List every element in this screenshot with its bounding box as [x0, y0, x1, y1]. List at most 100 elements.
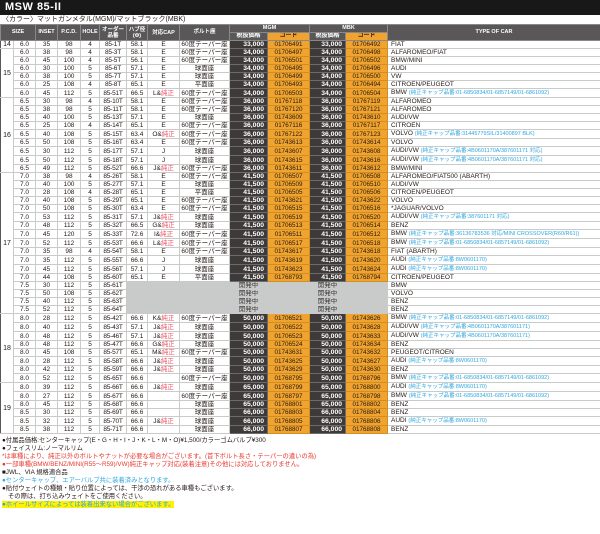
- cell-hub-dia: 58.1: [127, 173, 148, 181]
- cell-type-of-car: BENZ: [388, 401, 600, 409]
- table-row: 166.53098485-10T58.1E60度テーパー座36,00001767…: [1, 98, 600, 106]
- cell-rim-width: 6.5: [14, 139, 36, 147]
- cell-mbk-code: 01706508: [346, 173, 388, 181]
- cell-inset: 25: [36, 81, 58, 89]
- cell-cap: E: [148, 114, 180, 122]
- cell-mgm-code: 01706521: [268, 314, 310, 323]
- cell-pcd: 98: [58, 49, 81, 57]
- cell-pcd: 112: [58, 426, 81, 434]
- cell-mbk-code: 01706496: [346, 65, 388, 73]
- cell-mgm-code: 01768795: [268, 374, 310, 383]
- cell-pcd: 112: [58, 213, 81, 222]
- cell-mbk-code: 01743614: [346, 139, 388, 147]
- cell-hole: 5: [81, 213, 100, 222]
- cell-rim-width: 8.0: [14, 374, 36, 383]
- table-row: 6.038100585-7T57.1E球面座34,0000170649934,0…: [1, 73, 600, 81]
- cell-cap: M&純正: [148, 349, 180, 357]
- car-name: AUDI/VW: [391, 147, 419, 154]
- cell-cap: [148, 282, 180, 290]
- oem-cap-note: (純正キャップ品番:8W0601170): [408, 418, 486, 424]
- cell-cap: E: [148, 106, 180, 114]
- car-name: AUDI/VW: [391, 332, 419, 339]
- cell-pcd: 112: [58, 417, 81, 426]
- cell-bolt-seat: 球面座: [180, 147, 230, 156]
- cell-mgm-price: 開発中: [230, 298, 268, 306]
- cell-type-of-car: BENZ: [388, 298, 600, 306]
- cell-order-no: 85-32T: [100, 222, 127, 230]
- table-row: 7.044108585-60T65.1E平面座41,5000176879341,…: [1, 274, 600, 282]
- cell-hole: 4: [81, 122, 100, 130]
- cell-rim-width: 7.0: [14, 230, 36, 239]
- cell-cap: L&純正: [148, 89, 180, 98]
- cell-hub-dia: [127, 282, 148, 290]
- cell-hole: 5: [81, 357, 100, 366]
- oem-cap-note: (純正キャップ品番:36136783536 対応/MINI CROSSOVER(…: [409, 231, 580, 237]
- cell-mgm-price: 34,000: [230, 81, 268, 89]
- cell-mgm-price: 36,000: [230, 106, 268, 114]
- cell-cap: [148, 298, 180, 306]
- cell-hub-dia: 63.4: [127, 139, 148, 147]
- table-row: 188.028112585-42T66.6K&純正60度テーパー座50,0000…: [1, 314, 600, 323]
- cell-inset: 25: [36, 122, 58, 130]
- cell-mgm-code: 01706495: [268, 65, 310, 73]
- cell-rim-width: 6.5: [14, 156, 36, 165]
- cell-order-no: 85-15T: [100, 130, 127, 139]
- cell-mgm-code: [268, 290, 310, 298]
- footnote-line: ●付属品価格:センターキャップ(E・G・H・I・J・K・L・M・O)¥1,500…: [2, 437, 598, 445]
- col-header-inset: INSET: [36, 25, 58, 41]
- cell-order-no: 85-8T: [100, 81, 127, 89]
- cell-order-no: 85-18T: [100, 156, 127, 165]
- cell-pcd: 112: [58, 222, 81, 230]
- cell-cap: E: [148, 57, 180, 65]
- cell-mgm-code: [268, 298, 310, 306]
- cell-mgm-code: 01706507: [268, 173, 310, 181]
- cell-type-of-car: BMW (純正キャップ品番:01-6850834/01-6857149/01-6…: [388, 239, 600, 248]
- cell-order-no: 85-71T: [100, 426, 127, 434]
- cell-hole: 4: [81, 98, 100, 106]
- cell-hub-dia: 65.1: [127, 349, 148, 357]
- col-header-hole: HOLE: [81, 25, 100, 41]
- cell-mgm-price: 36,000: [230, 156, 268, 165]
- col-header-size: SIZE: [1, 25, 36, 41]
- car-name: BENZ: [391, 222, 408, 229]
- cell-rim-width: 6.5: [14, 98, 36, 106]
- cell-hub-dia: 66.6: [127, 341, 148, 349]
- cell-inset: 35: [36, 248, 58, 256]
- cell-order-no: 85-13T: [100, 114, 127, 122]
- cell-mbk-price: 開発中: [310, 282, 346, 290]
- cell-mgm-price: 50,000: [230, 366, 268, 374]
- cell-order-no: 85-65T: [100, 374, 127, 383]
- cell-hole: 5: [81, 349, 100, 357]
- cell-mbk-price: 41,500: [310, 173, 346, 181]
- cell-hole: 5: [81, 106, 100, 114]
- cell-mbk-price: 36,000: [310, 122, 346, 130]
- cell-hub-dia: 66.6: [127, 256, 148, 265]
- cell-mgm-price: 36,000: [230, 114, 268, 122]
- cell-mbk-price: 開発中: [310, 306, 346, 314]
- cell-order-no: 85-56T: [100, 265, 127, 274]
- cell-hole: 5: [81, 383, 100, 392]
- cell-bolt-seat: 60度テーパー座: [180, 106, 230, 114]
- cell-type-of-car: BMW: [388, 282, 600, 290]
- cell-mbk-code: 01768794: [346, 274, 388, 282]
- cell-hub-dia: 66.6: [127, 314, 148, 323]
- cell-order-no: 85-58T: [100, 357, 127, 366]
- cell-type-of-car: ALFAROMEO/FIAT500 (ABARTH): [388, 173, 600, 181]
- cell-hole: 5: [81, 426, 100, 434]
- car-name: AUDI: [391, 256, 407, 263]
- car-name: AUDI/VW: [391, 323, 419, 330]
- cell-bolt-seat: [180, 306, 230, 314]
- cell-pcd: 112: [58, 147, 81, 156]
- car-name: AUDI: [391, 65, 407, 72]
- table-row: 7.028108485-28T65.1E平面座41,5000170650541,…: [1, 189, 600, 197]
- cell-inset: 52: [36, 239, 58, 248]
- cell-mgm-price: 33,000: [230, 41, 268, 49]
- cell-mbk-price: 50,000: [310, 357, 346, 366]
- car-name: AUDI: [391, 417, 407, 424]
- cell-type-of-car: AUDI (純正キャップ品番:8W0601170): [388, 256, 600, 265]
- cell-bolt-seat: 平面座: [180, 189, 230, 197]
- car-name: ALFAROMEO: [391, 106, 431, 113]
- cell-mbk-code: [346, 282, 388, 290]
- car-name: *JAGUAR/VOLVO: [391, 205, 444, 212]
- cell-hub-dia: 57.1: [127, 156, 148, 165]
